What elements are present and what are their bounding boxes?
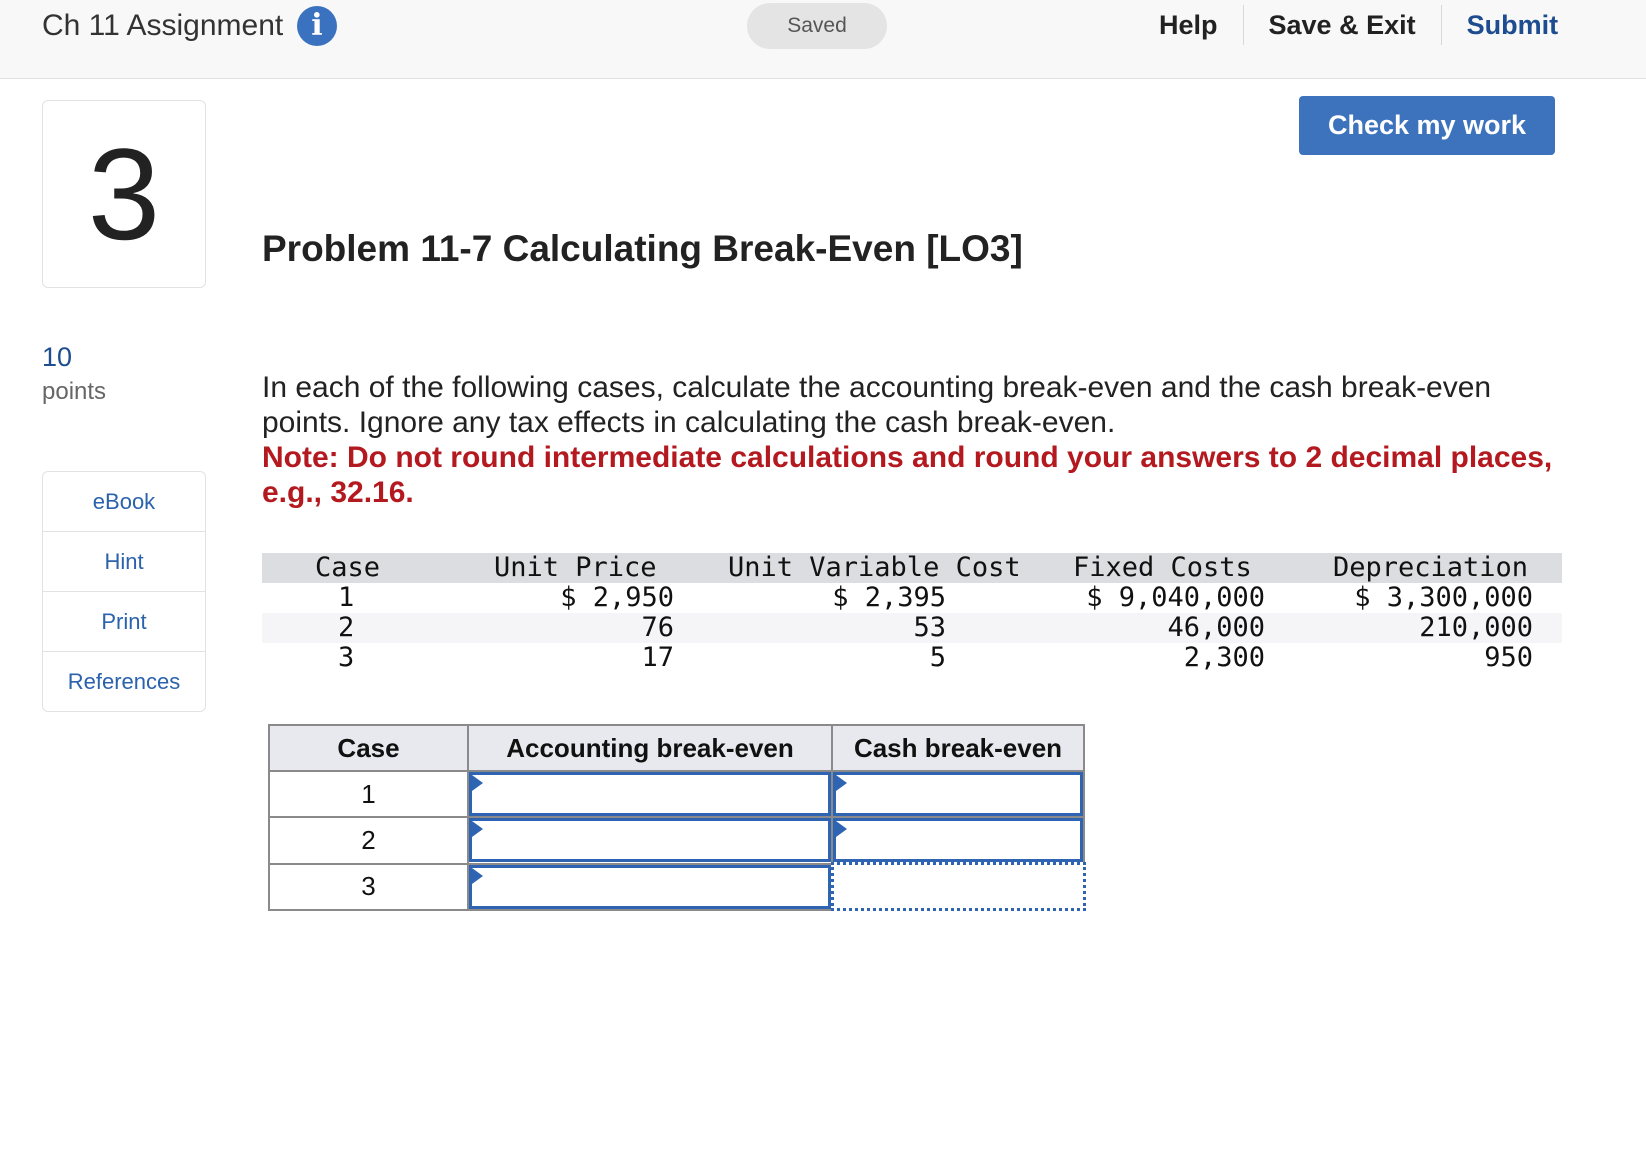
- data-cell-depreciation: 210,000: [1419, 612, 1533, 643]
- saved-status-badge: Saved: [747, 3, 887, 49]
- col-header-unit-variable-cost: Unit Variable Cost: [728, 552, 1021, 583]
- answer-row: 3: [268, 862, 1086, 911]
- problem-title: Problem 11-7 Calculating Break-Even [LO3…: [262, 228, 1023, 269]
- accounting-break-even-input-3[interactable]: [469, 864, 831, 909]
- answer-row: 1: [268, 770, 1085, 818]
- answer-table: Case Accounting break-even Cash break-ev…: [268, 724, 1086, 911]
- data-cell-fixed-costs: 2,300: [1183, 642, 1265, 673]
- accounting-break-even-cell: [467, 816, 833, 865]
- answer-row: 2: [268, 816, 1085, 865]
- accounting-break-even-input-2[interactable]: [469, 818, 831, 863]
- input-flag-icon: [472, 821, 483, 838]
- data-cell-case: 1: [338, 582, 355, 613]
- data-row: 1 $ 2,950 $ 2,395 $ 9,040,000 $ 3,300,00…: [262, 583, 1562, 613]
- problem-instructions: In each of the following cases, calculat…: [262, 371, 1492, 439]
- input-flag-icon: [836, 821, 847, 837]
- input-flag-icon: [472, 867, 483, 884]
- cash-break-even-input-1[interactable]: [833, 772, 1083, 816]
- save-exit-link[interactable]: Save & Exit: [1242, 5, 1441, 45]
- col-header-case: Case: [315, 552, 381, 583]
- top-bar: Ch 11 Assignment i Saved Help Save & Exi…: [0, 0, 1646, 79]
- print-link[interactable]: Print: [43, 591, 205, 651]
- accounting-break-even-cell: [467, 862, 833, 911]
- cash-break-even-cell: [831, 816, 1085, 865]
- assignment-title: Ch 11 Assignment: [42, 9, 284, 42]
- hint-link[interactable]: Hint: [43, 531, 205, 591]
- data-cell-unit-variable-cost: 53: [913, 612, 946, 643]
- info-icon[interactable]: i: [297, 6, 337, 46]
- data-cell-fixed-costs: 46,000: [1167, 612, 1265, 643]
- input-flag-icon: [836, 775, 847, 791]
- question-tools: eBook Hint Print References: [42, 471, 206, 712]
- answer-case-label: 3: [268, 862, 469, 911]
- data-cell-unit-variable-cost: 5: [929, 642, 946, 673]
- input-flag-icon: [472, 775, 483, 791]
- col-header-depreciation: Depreciation: [1333, 552, 1529, 583]
- cash-break-even-cell-empty: [830, 862, 1086, 911]
- data-header-row: Case Unit Price Unit Variable Cost Fixed…: [262, 553, 1562, 583]
- given-data-table: Case Unit Price Unit Variable Cost Fixed…: [262, 553, 1562, 673]
- top-nav: Help Save & Exit Submit: [1134, 0, 1583, 50]
- data-cell-depreciation: 950: [1484, 642, 1533, 673]
- answer-case-label: 1: [268, 770, 469, 818]
- answer-col-header-case: Case: [268, 724, 469, 772]
- cash-break-even-input-2[interactable]: [833, 818, 1083, 862]
- data-cell-unit-variable-cost: $ 2,395: [832, 582, 946, 613]
- answer-header-row: Case Accounting break-even Cash break-ev…: [268, 724, 1085, 772]
- data-cell-depreciation: $ 3,300,000: [1354, 582, 1533, 613]
- answer-col-header-accounting: Accounting break-even: [467, 724, 833, 772]
- points-label: points: [42, 378, 107, 405]
- problem-text: In each of the following cases, calculat…: [262, 370, 1572, 510]
- accounting-break-even-cell: [467, 770, 833, 818]
- question-number: 3: [42, 100, 206, 288]
- data-cell-fixed-costs: $ 9,040,000: [1086, 582, 1265, 613]
- data-row: 3 17 5 2,300 950: [262, 643, 1562, 673]
- data-cell-case: 2: [338, 612, 355, 643]
- help-link[interactable]: Help: [1134, 5, 1243, 45]
- data-cell-unit-price: 76: [641, 612, 674, 643]
- problem-note: Note: Do not round intermediate calculat…: [262, 441, 1553, 509]
- data-row: 2 76 53 46,000 210,000: [262, 613, 1562, 643]
- data-cell-unit-price: 17: [641, 642, 674, 673]
- answer-case-label: 2: [268, 816, 469, 865]
- submit-link[interactable]: Submit: [1440, 5, 1584, 45]
- col-header-unit-price: Unit Price: [494, 552, 657, 583]
- cash-break-even-cell: [831, 770, 1085, 818]
- data-cell-unit-price: $ 2,950: [560, 582, 674, 613]
- col-header-fixed-costs: Fixed Costs: [1073, 552, 1252, 583]
- points-value: 10: [42, 342, 73, 372]
- references-link[interactable]: References: [43, 651, 205, 711]
- answer-col-header-cash: Cash break-even: [831, 724, 1085, 772]
- data-cell-case: 3: [338, 642, 355, 673]
- check-my-work-button[interactable]: Check my work: [1299, 96, 1555, 155]
- accounting-break-even-input-1[interactable]: [469, 772, 831, 816]
- ebook-link[interactable]: eBook: [43, 472, 205, 531]
